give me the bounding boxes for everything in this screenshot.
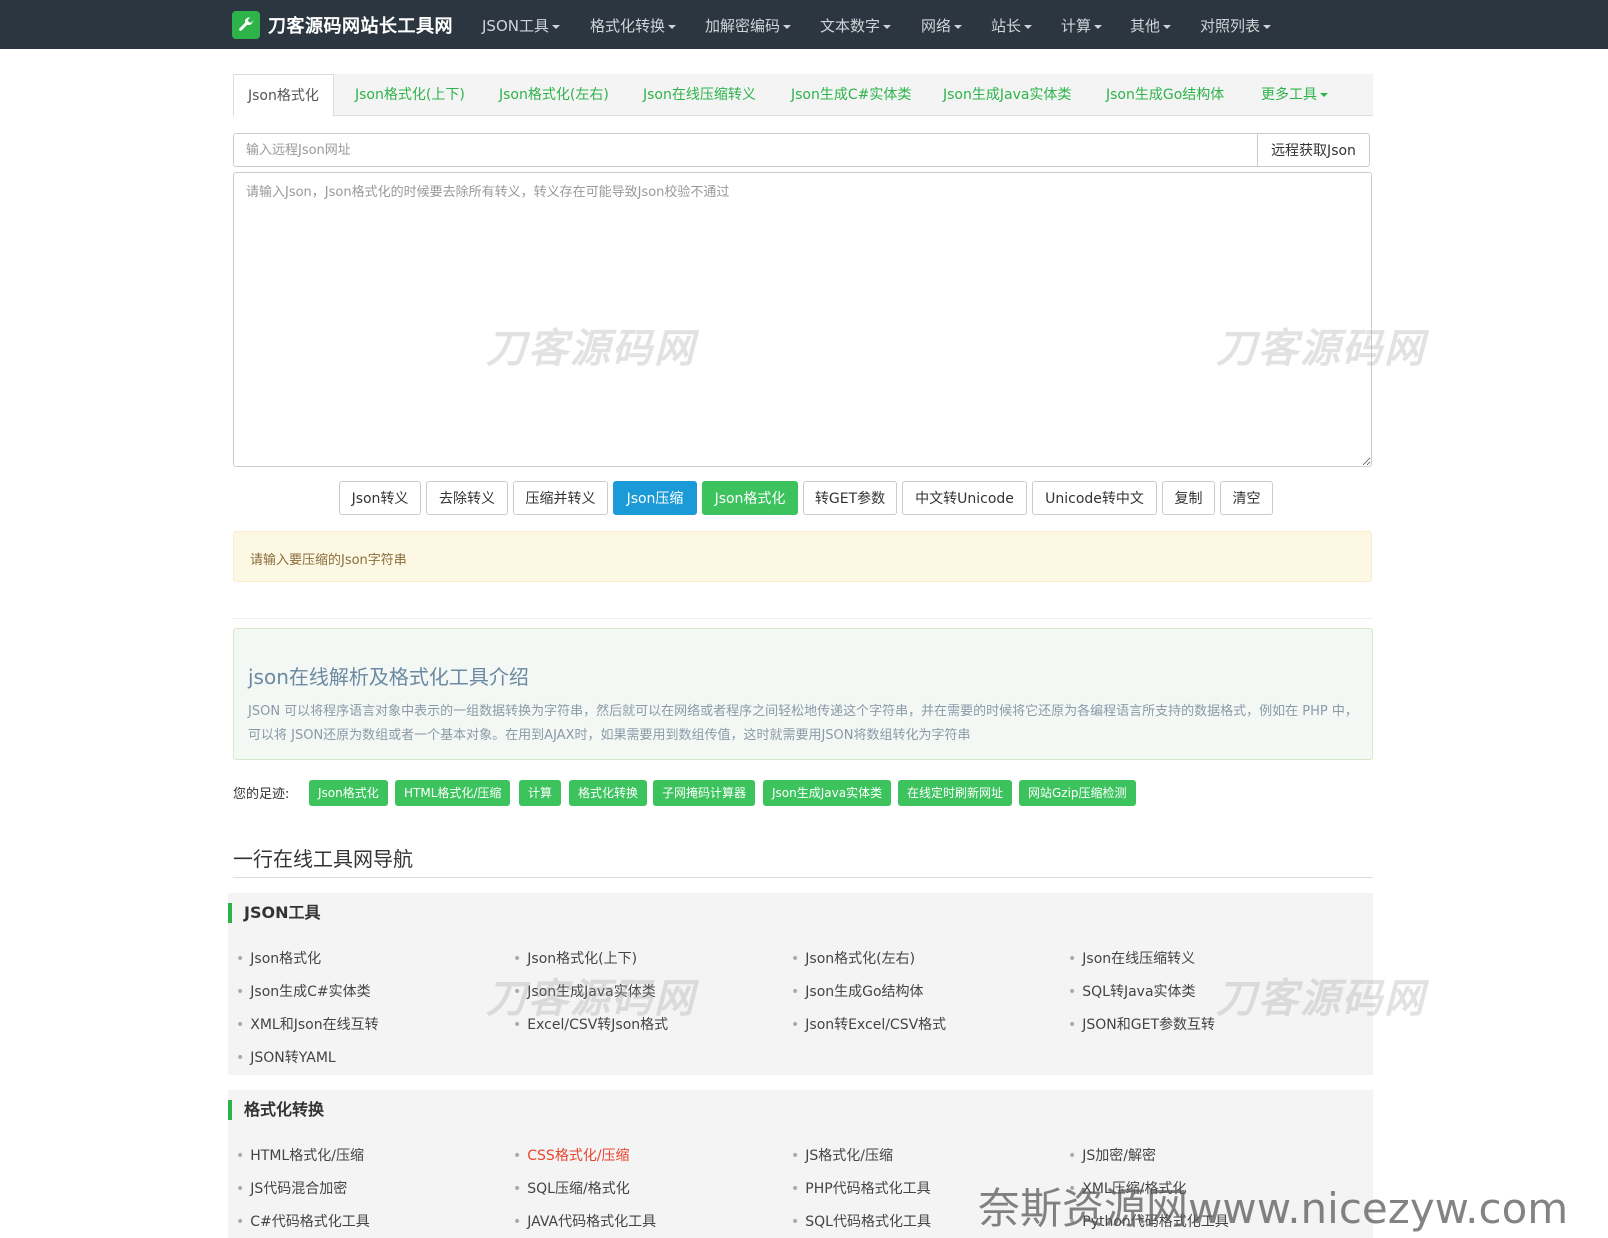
tab-json-compress-escape[interactable]: Json在线压缩转义 — [643, 74, 756, 116]
footprints-label: 您的足迹: — [233, 787, 290, 802]
remote-url-group: 远程获取Json — [233, 133, 1370, 167]
tool-link[interactable]: • JAVA代码格式化工具 — [513, 1211, 656, 1231]
divider — [233, 877, 1373, 878]
tool-tabs: Json格式化 Json格式化(上下) Json格式化(左右) Json在线压缩… — [233, 74, 1373, 117]
caret-down-icon — [783, 24, 792, 29]
remote-url-input[interactable] — [233, 133, 1258, 167]
remove-escape-button[interactable]: 去除转义 — [426, 481, 508, 515]
tab-json-format-horizontal[interactable]: Json格式化(左右) — [499, 74, 609, 116]
brand-name: 刀客源码网站长工具网 — [268, 16, 453, 37]
tool-link[interactable]: • JSON和GET参数互转 — [1068, 1014, 1215, 1034]
fetch-remote-json-button[interactable]: 远程获取Json — [1258, 133, 1370, 167]
caret-down-icon — [954, 24, 963, 29]
tab-json-format-vertical[interactable]: Json格式化(上下) — [355, 74, 465, 116]
tab-json-to-java[interactable]: Json生成Java实体类 — [943, 74, 1071, 116]
tab-json-to-csharp[interactable]: Json生成C#实体类 — [791, 74, 911, 116]
to-get-params-button[interactable]: 转GET参数 — [803, 481, 897, 515]
wrench-icon — [232, 11, 260, 39]
tab-more-tools[interactable]: 更多工具 — [1261, 74, 1328, 116]
compress-and-escape-button[interactable]: 压缩并转义 — [513, 481, 608, 515]
caret-down-icon — [1320, 93, 1328, 97]
nav-json-tools[interactable]: JSON工具 — [482, 15, 560, 36]
footprint-tag[interactable]: 计算 — [519, 780, 562, 806]
tool-link[interactable]: • XML压缩/格式化 — [1068, 1178, 1186, 1198]
nav-encode-decode[interactable]: 加解密编码 — [705, 15, 792, 36]
caret-down-icon — [1024, 24, 1033, 29]
caret-down-icon — [883, 24, 892, 29]
divider — [233, 618, 1373, 619]
tool-link[interactable]: • Json生成Go结构体 — [791, 981, 924, 1001]
panel-title: JSON工具 — [228, 903, 320, 923]
chinese-to-unicode-button[interactable]: 中文转Unicode — [902, 481, 1027, 515]
nav-format-convert[interactable]: 格式化转换 — [590, 15, 677, 36]
caret-down-icon — [668, 24, 677, 29]
tool-link[interactable]: • JS格式化/压缩 — [791, 1145, 893, 1165]
footprint-tag[interactable]: 子网掩码计算器 — [653, 780, 756, 806]
panel-title: 格式化转换 — [228, 1100, 324, 1120]
json-input-textarea[interactable] — [233, 172, 1372, 467]
tool-link[interactable]: • HTML格式化/压缩 — [236, 1145, 364, 1165]
nav-webmaster[interactable]: 站长 — [991, 15, 1033, 36]
json-format-button[interactable]: Json格式化 — [702, 481, 798, 515]
json-compress-button[interactable]: Json压缩 — [613, 481, 697, 515]
tool-link[interactable]: • Json在线压缩转义 — [1068, 948, 1195, 968]
tool-link[interactable]: • XML和Json在线互转 — [236, 1014, 379, 1034]
footprint-tag[interactable]: HTML格式化/压缩 — [395, 780, 511, 806]
tool-link[interactable]: • PHP代码格式化工具 — [791, 1178, 931, 1198]
tool-link[interactable]: • SQL转Java实体类 — [1068, 981, 1196, 1001]
nav-other[interactable]: 其他 — [1130, 15, 1172, 36]
tab-json-format[interactable]: Json格式化 — [233, 74, 334, 117]
tool-nav-title: 一行在线工具网导航 — [233, 847, 413, 871]
tool-link[interactable]: • Json生成Java实体类 — [513, 981, 656, 1001]
tool-link[interactable]: • Json格式化(左右) — [791, 948, 915, 968]
footprint-tag[interactable]: 格式化转换 — [569, 780, 648, 806]
nav-reference-list[interactable]: 对照列表 — [1200, 15, 1272, 36]
json-escape-button[interactable]: Json转义 — [339, 481, 421, 515]
top-navbar: 刀客源码网站长工具网 JSON工具 格式化转换 加解密编码 文本数字 网络 站长… — [0, 0, 1608, 49]
caret-down-icon — [1094, 24, 1103, 29]
footprint-tag[interactable]: Json生成Java实体类 — [763, 780, 892, 806]
nav-text-number[interactable]: 文本数字 — [820, 15, 892, 36]
status-alert: 请输入要压缩的Json字符串 — [233, 531, 1372, 582]
tab-json-to-go[interactable]: Json生成Go结构体 — [1106, 74, 1224, 116]
tool-link[interactable]: • Json格式化 — [236, 948, 321, 968]
clear-button[interactable]: 清空 — [1220, 481, 1273, 515]
intro-panel: json在线解析及格式化工具介绍 JSON 可以将程序语言对象中表示的一组数据转… — [233, 628, 1373, 760]
footprint-tag[interactable]: Json格式化 — [309, 780, 388, 806]
tool-link[interactable]: • SQL压缩/格式化 — [513, 1178, 630, 1198]
intro-text: JSON 可以将程序语言对象中表示的一组数据转换为字符串，然后就可以在网络或者程… — [248, 704, 1358, 743]
caret-down-icon — [1263, 24, 1272, 29]
footprint-tag[interactable]: 在线定时刷新网址 — [898, 780, 1013, 806]
json-tools-panel: JSON工具 • Json格式化 • Json格式化(上下) • Json格式化(左右… — [228, 893, 1373, 1075]
tool-link[interactable]: • Json格式化(上下) — [513, 948, 637, 968]
tool-link[interactable]: • SQL代码格式化工具 — [791, 1211, 931, 1231]
caret-down-icon — [1163, 24, 1172, 29]
tool-link[interactable]: • Excel/CSV转Json格式 — [513, 1014, 668, 1034]
nav-calculate[interactable]: 计算 — [1061, 15, 1103, 36]
nav-network[interactable]: 网络 — [921, 15, 963, 36]
footprint-tag[interactable]: 网站Gzip压缩检测 — [1019, 780, 1136, 806]
unicode-to-chinese-button[interactable]: Unicode转中文 — [1032, 481, 1157, 515]
tool-link[interactable]: • C#代码格式化工具 — [236, 1211, 370, 1231]
tool-link[interactable]: • JS代码混合加密 — [236, 1178, 347, 1198]
tool-link[interactable]: • JSON转YAML — [236, 1047, 336, 1067]
brand[interactable]: 刀客源码网站长工具网 — [232, 11, 453, 39]
tool-link[interactable]: • JS加密/解密 — [1068, 1145, 1156, 1165]
caret-down-icon — [551, 24, 560, 29]
tool-link[interactable]: • Json生成C#实体类 — [236, 981, 371, 1001]
tool-link[interactable]: • Json转Excel/CSV格式 — [791, 1014, 946, 1034]
copy-button[interactable]: 复制 — [1162, 481, 1215, 515]
tool-link[interactable]: • Python代码格式化工具 — [1068, 1211, 1229, 1231]
intro-title: json在线解析及格式化工具介绍 — [248, 665, 529, 689]
tool-link[interactable]: • CSS格式化/压缩 — [513, 1145, 630, 1165]
format-convert-panel: 格式化转换 • HTML格式化/压缩 • CSS格式化/压缩 • JS格式化/压缩 •… — [228, 1090, 1373, 1238]
